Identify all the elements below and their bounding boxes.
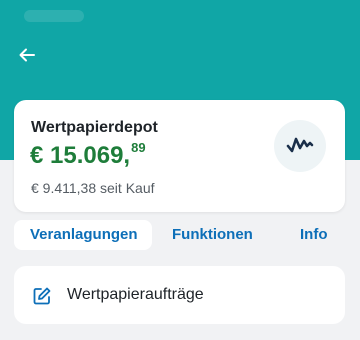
chart-line-icon: [286, 134, 314, 159]
status-bar: [24, 10, 84, 22]
tab-funktionen[interactable]: Funktionen: [172, 220, 253, 250]
chart-badge: [274, 120, 326, 172]
depot-title: Wertpapierdepot: [31, 119, 158, 136]
depot-value-main: € 15.069,: [30, 142, 131, 169]
depot-since-purchase: € 9.411,38 seit Kauf: [31, 180, 155, 196]
tab-info[interactable]: Info: [300, 220, 328, 250]
tab-bar: Veranlagungen Funktionen Info: [14, 220, 345, 250]
wertpapierauftraege-label: Wertpapieraufträge: [67, 286, 204, 303]
wertpapierauftraege-item[interactable]: Wertpapieraufträge: [14, 266, 345, 324]
depot-value: € 15.069,89: [30, 140, 146, 170]
depot-value-cents: 89: [131, 140, 146, 155]
back-button[interactable]: [12, 42, 42, 72]
tab-veranlagungen[interactable]: Veranlagungen: [14, 220, 152, 250]
edit-icon: [32, 286, 52, 306]
arrow-left-icon: [18, 46, 36, 69]
depot-card[interactable]: Wertpapierdepot € 15.069,89 € 9.411,38 s…: [14, 100, 345, 212]
